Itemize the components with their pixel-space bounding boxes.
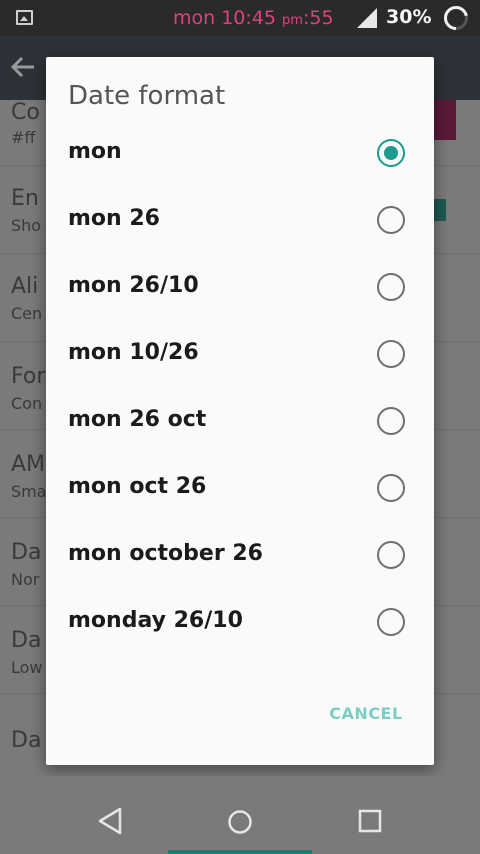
navigation-bar <box>0 776 480 854</box>
status-clock: mon 10:45 pm:55 <box>173 7 334 29</box>
date-format-option[interactable]: mon oct 26 <box>46 455 434 522</box>
date-format-option[interactable]: mon 26 oct <box>46 388 434 455</box>
date-format-option[interactable]: mon october 26 <box>46 522 434 589</box>
cancel-button[interactable]: CANCEL <box>316 697 416 731</box>
option-label: mon 26 <box>68 206 160 231</box>
option-label: mon october 26 <box>68 541 263 566</box>
signal-strength-icon <box>357 8 377 28</box>
option-label: mon <box>68 139 122 164</box>
recents-square-icon[interactable] <box>358 809 382 833</box>
date-format-dialog: Date format mon mon 26 mon 26/10 mon 10/… <box>46 57 434 765</box>
back-triangle-icon[interactable] <box>97 807 123 835</box>
date-format-option[interactable]: mon 26/10 <box>46 254 434 321</box>
checkbox-icon <box>432 199 446 221</box>
option-label: mon 10/26 <box>68 340 199 365</box>
status-bar: mon 10:45 pm:55 30% <box>0 0 480 36</box>
option-label: mon oct 26 <box>68 474 207 499</box>
radio-unchecked-icon[interactable] <box>377 340 405 368</box>
nav-indicator <box>168 850 312 854</box>
radio-unchecked-icon[interactable] <box>377 474 405 502</box>
radio-checked-icon[interactable] <box>377 139 405 167</box>
radio-unchecked-icon[interactable] <box>377 206 405 234</box>
option-label: mon 26 oct <box>68 407 207 432</box>
radio-unchecked-icon[interactable] <box>377 541 405 569</box>
radio-unchecked-icon[interactable] <box>377 273 405 301</box>
date-format-option[interactable]: mon 10/26 <box>46 321 434 388</box>
radio-unchecked-icon[interactable] <box>377 407 405 435</box>
home-circle-icon[interactable] <box>227 809 253 835</box>
dialog-title: Date format <box>68 81 226 111</box>
battery-percent: 30% <box>386 6 432 28</box>
back-arrow-icon[interactable] <box>10 54 36 80</box>
date-format-option[interactable]: mon 26 <box>46 187 434 254</box>
date-format-option[interactable]: monday 26/10 <box>46 589 434 656</box>
date-format-option[interactable]: mon <box>46 120 434 187</box>
battery-ring-icon <box>443 5 468 30</box>
gallery-notification-icon <box>16 10 33 25</box>
option-label: mon 26/10 <box>68 273 199 298</box>
radio-unchecked-icon[interactable] <box>377 608 405 636</box>
color-swatch <box>432 100 456 140</box>
option-label: monday 26/10 <box>68 608 243 633</box>
